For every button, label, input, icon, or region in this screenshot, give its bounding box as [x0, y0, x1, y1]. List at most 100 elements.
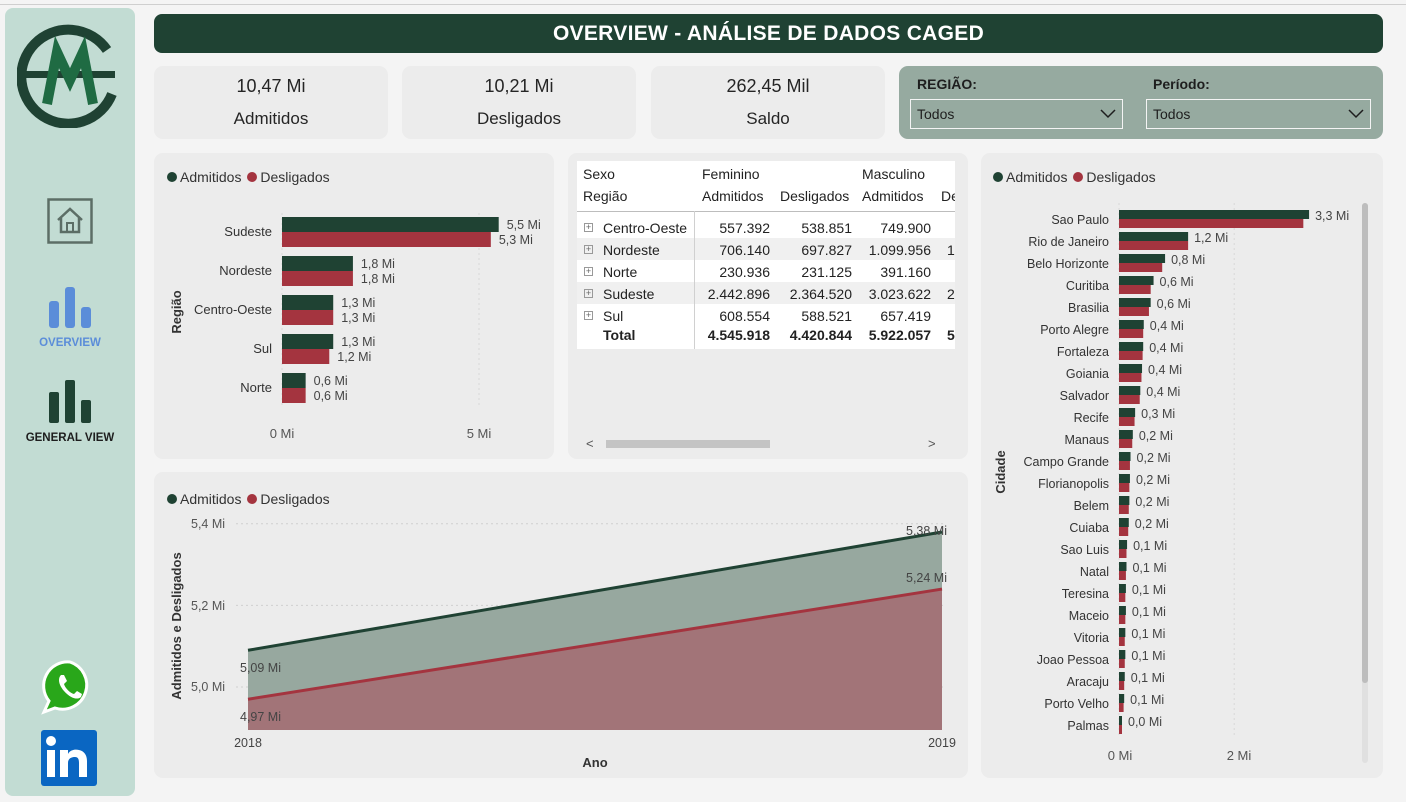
expand-icon[interactable]: + — [584, 311, 593, 320]
total-cell: 5. — [947, 327, 955, 343]
region-category-label: Sul — [253, 341, 272, 356]
city-category-label: Vitoria — [1074, 631, 1109, 645]
whatsapp-icon[interactable] — [41, 658, 99, 716]
scroll-right-arrow[interactable]: > — [928, 436, 936, 451]
bar-data-label: 0,2 Mi — [1135, 517, 1169, 531]
bar-desligados — [1119, 725, 1122, 734]
total-label: Total — [603, 327, 636, 343]
bar-data-label: 0,1 Mi — [1132, 561, 1166, 575]
table-row[interactable]: + Nordeste 706.140 697.827 1.099.956 1 — [577, 239, 955, 261]
col-fem-desligados: Desligados — [780, 188, 850, 204]
city-bar-chart: Cidade 0 Mi 2 Mi Sao Paulo 3,3 Mi Rio de J… — [993, 203, 1349, 763]
scrollbar-thumb[interactable] — [606, 440, 770, 448]
regiao-select[interactable]: Todos — [910, 99, 1123, 129]
table-cell: 2.442.896 — [707, 286, 770, 302]
area-x-tick: 2019 — [928, 736, 956, 750]
year-area-chart-card: Admitidos Desligados Admitidos e Desliga… — [154, 472, 968, 778]
header-divider — [577, 211, 955, 212]
bar-admitidos — [1119, 254, 1166, 263]
bar-admitidos — [1119, 562, 1127, 571]
bar-admitidos — [1119, 210, 1310, 219]
table-row[interactable]: + Sul 608.554 588.521 657.419 — [577, 305, 955, 327]
table-cell: 538.851 — [801, 220, 852, 236]
bar-admitidos — [1119, 628, 1126, 637]
linkedin-icon[interactable] — [41, 730, 97, 786]
region-y-axis-title: Região — [169, 290, 184, 333]
bar-data-label: 0,1 Mi — [1130, 693, 1164, 707]
area-data-label: 4,97 Mi — [240, 710, 281, 724]
expand-icon[interactable]: + — [584, 245, 593, 254]
col-mas-admitidos: Admitidos — [862, 188, 924, 204]
bar-desligados — [1119, 593, 1126, 602]
city-category-label: Natal — [1080, 565, 1109, 579]
bar-data-label: 0,2 Mi — [1139, 429, 1173, 443]
table-row[interactable]: + Centro-Oeste 557.392 538.851 749.900 — [577, 217, 955, 239]
bar-data-label: 0,2 Mi — [1135, 495, 1169, 509]
city-category-label: Goiania — [1066, 367, 1109, 381]
bar-admitidos — [1119, 386, 1141, 395]
nav-overview[interactable]: OVERVIEW — [5, 285, 135, 349]
nav-home[interactable] — [5, 198, 135, 244]
kpi-value: 10,21 Mi — [484, 76, 554, 96]
bar-admitidos — [1119, 496, 1130, 505]
city-category-label: Belem — [1074, 499, 1109, 513]
bar-data-label: 0,6 Mi — [1160, 275, 1194, 289]
periodo-select[interactable]: Todos — [1146, 99, 1371, 129]
header-masculino: Masculino — [862, 166, 926, 182]
city-x-tick: 2 Mi — [1227, 748, 1252, 763]
city-category-label: Recife — [1074, 411, 1109, 425]
table-cell: 557.392 — [719, 220, 770, 236]
city-category-label: Joao Pessoa — [1037, 653, 1109, 667]
bar-admitidos — [1119, 474, 1130, 483]
bar-desligados — [1119, 703, 1124, 712]
top-divider — [0, 4, 1406, 5]
horizontal-scrollbar[interactable]: < > — [584, 436, 944, 451]
bar-admitidos — [1119, 672, 1125, 681]
vertical-scrollbar[interactable] — [1362, 203, 1368, 763]
year-area-chart: Admitidos e Desligados Ano 5,4 Mi 5,2 Mi… — [169, 517, 956, 770]
kpi-label: Admitidos — [233, 109, 309, 128]
bar-desligados — [1119, 505, 1129, 514]
bar-desligados — [1119, 285, 1151, 294]
scrollbar-thumb[interactable] — [1362, 203, 1368, 683]
bar-data-label: 0,4 Mi — [1146, 385, 1180, 399]
bar-data-label: 0,2 Mi — [1136, 473, 1170, 487]
region-matrix-table: Sexo Região Feminino Masculino Admitidos… — [577, 161, 955, 349]
bar-admitidos — [1119, 364, 1143, 373]
scroll-left-arrow[interactable]: < — [586, 436, 594, 451]
expand-icon[interactable]: + — [584, 289, 593, 298]
table-cell: 2.364.520 — [789, 286, 852, 302]
region-category-label: Sudeste — [224, 224, 272, 239]
bar-data-label: 0,8 Mi — [1171, 253, 1205, 267]
expand-icon[interactable]: + — [584, 267, 593, 276]
bar-admitidos — [1119, 716, 1122, 725]
expand-icon[interactable]: + — [584, 223, 593, 232]
bar-data-label: 0,4 Mi — [1150, 319, 1184, 333]
city-category-label: Manaus — [1065, 433, 1109, 447]
total-cell: 4.545.918 — [707, 327, 770, 343]
bar-desligados — [282, 388, 306, 403]
kpi-value: 10,47 Mi — [236, 76, 306, 96]
city-category-label: Maceio — [1069, 609, 1109, 623]
city-category-label: Palmas — [1067, 719, 1109, 733]
bar-data-label: 0,1 Mi — [1131, 627, 1165, 641]
city-category-label: Porto Velho — [1044, 697, 1109, 711]
regiao-filter-label: REGIÃO: — [917, 76, 977, 92]
bar-data-label: 1,3 Mi — [341, 296, 375, 310]
table-cell: 657.419 — [880, 308, 931, 324]
col-mas-desligados: De — [941, 188, 955, 204]
kpi-admitidos-card: 10,47 Mi Admitidos — [154, 66, 388, 139]
city-category-label: Porto Alegre — [1040, 323, 1109, 337]
header-sexo: Sexo — [583, 166, 615, 182]
table-row[interactable]: + Norte 230.936 231.125 391.160 — [577, 261, 955, 283]
bar-admitidos — [1119, 320, 1144, 329]
header-feminino: Feminino — [702, 166, 760, 182]
region-bar-chart: Região 0 Mi 5 Mi Sudeste 5,5 Mi5,3 Mi Nord… — [169, 213, 541, 441]
nav-general-view[interactable]: GENERAL VIEW — [5, 380, 135, 444]
bar-data-label: 5,5 Mi — [507, 218, 541, 232]
city-category-label: Florianopolis — [1038, 477, 1109, 491]
city-category-label: Campo Grande — [1024, 455, 1110, 469]
bar-admitidos — [1119, 452, 1131, 461]
table-row[interactable]: + Sudeste 2.442.896 2.364.520 3.023.622 2 — [577, 283, 955, 305]
bar-data-label: 0,1 Mi — [1131, 649, 1165, 663]
